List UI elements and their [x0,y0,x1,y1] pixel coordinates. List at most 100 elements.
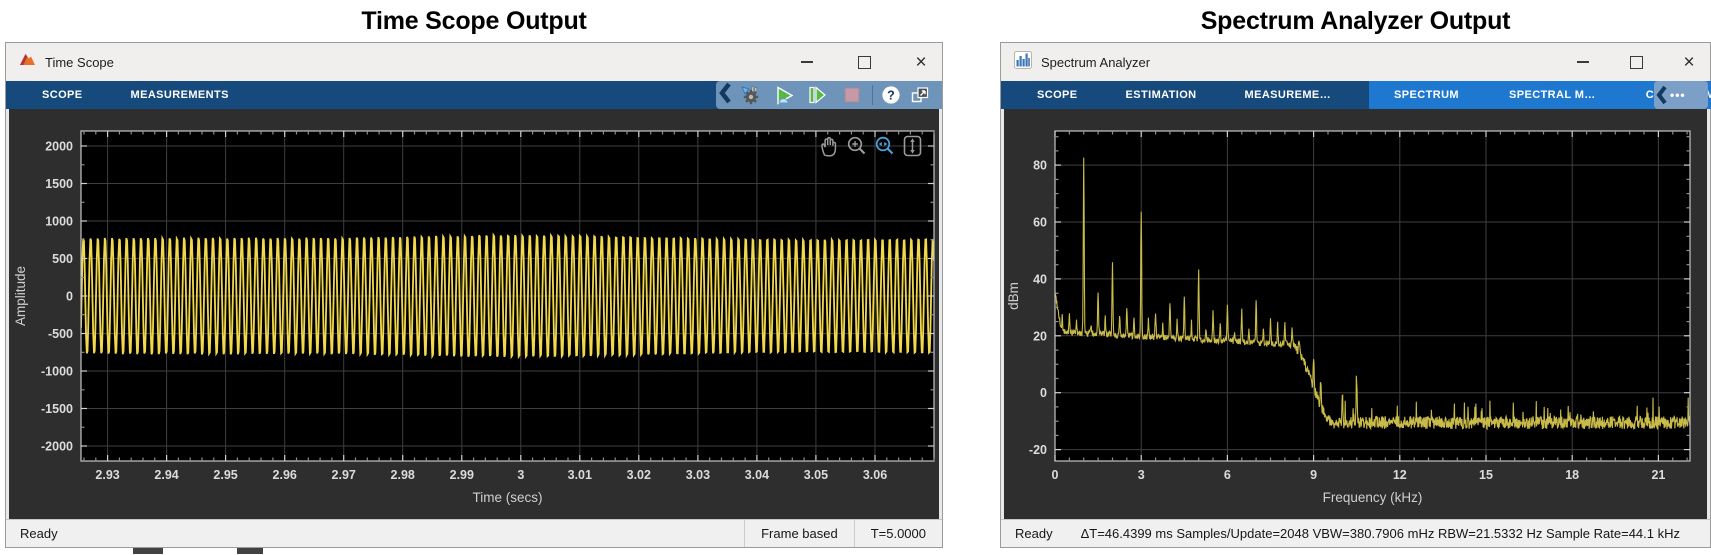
spectrum-analyzer-toolstrip: SCOPE ESTIMATION MEASUREME… SPECTRUM SPE… [1001,81,1710,109]
maximize-icon [1630,56,1643,69]
x-tick-label: 2.97 [332,468,356,482]
x-tick-label: 9 [1310,468,1317,482]
window-controls: × [1545,43,1704,81]
minimize-button[interactable] [1568,47,1598,77]
y-tick-label: 0 [1040,386,1047,400]
status-ready: Ready [6,526,58,541]
y-tick-label: 500 [52,252,73,266]
close-icon: × [1683,53,1694,72]
y-tick-label: 0 [66,290,73,304]
minimize-button[interactable] [792,47,822,77]
svg-text:?: ? [887,88,895,102]
help-button[interactable]: ? [880,84,902,106]
x-tick-label: 3.04 [745,468,769,482]
scope-settings-button[interactable] [739,84,761,106]
dock-figure-button[interactable] [909,84,931,106]
status-sim-time: T=5.0000 [854,520,942,547]
x-tick-label: 3.06 [863,468,887,482]
x-tick-label: 3.05 [804,468,828,482]
y-tick-label: 1500 [45,177,73,191]
tab-scope[interactable]: SCOPE [1013,81,1102,109]
y-tick-label: -20 [1029,443,1047,457]
toolbar-divider [872,85,873,105]
x-tick-label: 2.95 [213,468,237,482]
x-tick-label: 2.94 [154,468,178,482]
maximize-button[interactable] [849,47,879,77]
more-options-icon: ••• [1670,88,1686,102]
maximize-button[interactable] [1621,47,1651,77]
y-tick-label: 40 [1033,272,1047,286]
spectrum-chart[interactable]: 036912151821806040200-20Frequency (kHz)d… [1004,109,1707,519]
x-tick-label: 2.93 [95,468,119,482]
x-tick-label: 15 [1479,468,1493,482]
run-button[interactable] [773,84,795,106]
y-tick-label: 80 [1033,159,1047,173]
autoscale-y-icon[interactable] [900,131,925,160]
spectrum-analyzer-heading: Spectrum Analyzer Output [1000,6,1711,36]
playback-toolbar: ? [716,81,942,109]
x-tick-label: 2.98 [391,468,415,482]
tab-measurements[interactable]: MEASUREMENTS [107,81,253,109]
plot-zoom-tools [816,131,925,160]
tab-measurements[interactable]: MEASUREME… [1221,81,1356,109]
background-artifact [133,548,163,554]
spectrum-analyzer-icon [1014,51,1032,74]
toolstrip-overflow-button[interactable]: ••• [1654,81,1708,109]
x-tick-label: 3 [517,468,524,482]
status-measurements: ΔT=46.4399 ms Samples/Update=2048 VBW=38… [1081,526,1710,541]
x-tick-label: 2.99 [450,468,474,482]
time-scope-window: Time Scope × SCOPE MEASUREMENTS [5,42,943,548]
tab-spectrum[interactable]: SPECTRUM [1369,81,1484,109]
y-tick-label: -1000 [41,365,73,379]
zoom-x-icon[interactable] [872,131,897,160]
time-scope-plot-region: 2.932.942.952.962.972.982.9933.013.023.0… [6,109,942,519]
y-tick-label: -500 [48,327,73,341]
tab-scope[interactable]: SCOPE [18,81,107,109]
time-scope-titlebar[interactable]: Time Scope × [6,43,942,81]
stop-button[interactable] [841,84,863,106]
x-tick-label: 3.02 [627,468,651,482]
time-scope-chart[interactable]: 2.932.942.952.962.972.982.9933.013.023.0… [9,109,939,519]
spectrum-analyzer-window: Spectrum Analyzer × SCOPE ESTIMATION MEA… [1000,42,1711,548]
window-title: Spectrum Analyzer [1041,55,1150,70]
y-tick-label: 20 [1033,329,1047,343]
x-tick-label: 3.03 [686,468,710,482]
spectrum-statusbar: Ready ΔT=46.4399 ms Samples/Update=2048 … [1001,519,1710,547]
matlab-scope-icon [19,51,36,73]
y-axis-label: dBm [1006,282,1021,310]
close-button[interactable]: × [1674,47,1704,77]
x-tick-label: 2.96 [273,468,297,482]
close-icon: × [915,53,926,72]
minimize-icon [801,61,813,63]
zoom-in-icon[interactable] [844,131,869,160]
x-tick-label: 12 [1393,468,1407,482]
collapse-chevron-icon[interactable] [718,79,731,112]
status-frame-based: Frame based [744,520,854,547]
y-tick-label: -2000 [41,440,73,454]
spectrum-plot-region: 036912151821806040200-20Frequency (kHz)d… [1001,109,1710,519]
minimize-icon [1577,61,1589,63]
time-scope-toolstrip: SCOPE MEASUREMENTS [6,81,942,109]
status-ready: Ready [1001,526,1053,541]
tab-estimation[interactable]: ESTIMATION [1102,81,1221,109]
window-title: Time Scope [45,55,114,70]
window-controls: × [765,43,936,81]
background-artifact [237,548,263,554]
y-tick-label: -1500 [41,402,73,416]
x-tick-label: 6 [1224,468,1231,482]
x-tick-label: 21 [1651,468,1665,482]
step-forward-button[interactable] [806,84,828,106]
time-scope-heading: Time Scope Output [5,6,943,36]
tab-spectral-mask[interactable]: SPECTRAL M… [1484,81,1621,109]
time-scope-statusbar: Ready Frame based T=5.0000 [6,519,942,547]
x-tick-label: 3 [1138,468,1145,482]
x-tick-label: 0 [1052,468,1059,482]
x-axis-label: Time (secs) [473,490,543,505]
pan-hand-icon[interactable] [816,131,841,160]
y-tick-label: 2000 [45,140,73,154]
x-axis-label: Frequency (kHz) [1323,490,1423,505]
y-tick-label: 1000 [45,215,73,229]
spectrum-analyzer-titlebar[interactable]: Spectrum Analyzer × [1001,43,1710,81]
x-tick-label: 18 [1565,468,1579,482]
close-button[interactable]: × [906,47,936,77]
